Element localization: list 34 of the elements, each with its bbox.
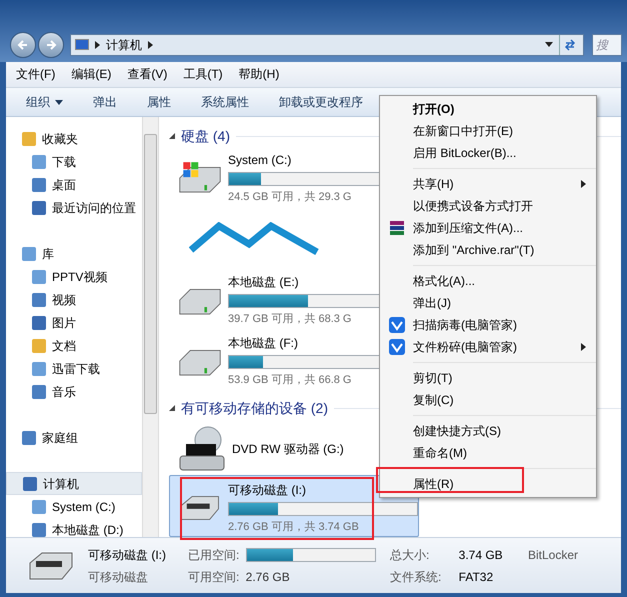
nav-label: 收藏夹 bbox=[42, 130, 78, 148]
nav-label: 库 bbox=[42, 246, 54, 263]
nav-label: 迅雷下载 bbox=[52, 360, 100, 378]
used-space-label: 已用空间: bbox=[188, 546, 240, 564]
drive-name: 本地磁盘 (E:) bbox=[228, 274, 299, 291]
drive-name: DVD RW 驱动器 (G:) bbox=[232, 441, 344, 458]
nav-label: 图片 bbox=[52, 314, 76, 332]
nav-label: 视频 bbox=[52, 292, 76, 309]
file-system-value: FAT32 bbox=[458, 568, 494, 586]
nav-label: 最近访问的位置 bbox=[52, 200, 136, 217]
file-system-label: 文件系统: bbox=[390, 568, 442, 586]
drive-name: 本地磁盘 (F:) bbox=[228, 334, 298, 352]
nav-label: PPTV视频 bbox=[52, 268, 108, 286]
bitlocker-label: BitLocker bbox=[528, 547, 578, 564]
nav-label: 桌面 bbox=[52, 176, 76, 194]
nav-label: System (C:) bbox=[52, 498, 116, 516]
nav-label: 家庭组 bbox=[42, 430, 78, 447]
drive-capacity: 2.76 GB 可用，共 3.74 GB bbox=[228, 520, 359, 536]
nav-label: 音乐 bbox=[52, 384, 76, 401]
drive-name: System (C:) bbox=[228, 152, 292, 169]
drive-capacity: 53.9 GB 可用，共 66.8 G bbox=[228, 372, 352, 388]
free-space-value: 2.76 GB bbox=[246, 568, 291, 586]
total-size-label: 总大小: bbox=[390, 546, 430, 564]
details-type: 可移动磁盘 bbox=[88, 568, 149, 586]
details-name: 可移动磁盘 (I:) bbox=[88, 546, 167, 564]
nav-label: 下载 bbox=[52, 154, 76, 171]
nav-label: 文档 bbox=[52, 338, 76, 355]
drive-capacity: 39.7 GB 可用，共 68.3 G bbox=[228, 312, 352, 327]
total-size-value: 3.74 GB bbox=[458, 546, 504, 564]
drive-name: 可移动磁盘 (I:) bbox=[228, 482, 306, 500]
nav-label: 计算机 bbox=[43, 476, 79, 493]
drive-capacity: 24.5 GB 可用，共 29.3 G bbox=[228, 190, 352, 205]
free-space-label: 可用空间: bbox=[188, 568, 240, 586]
nav-label: 本地磁盘 (D:) bbox=[52, 522, 124, 539]
